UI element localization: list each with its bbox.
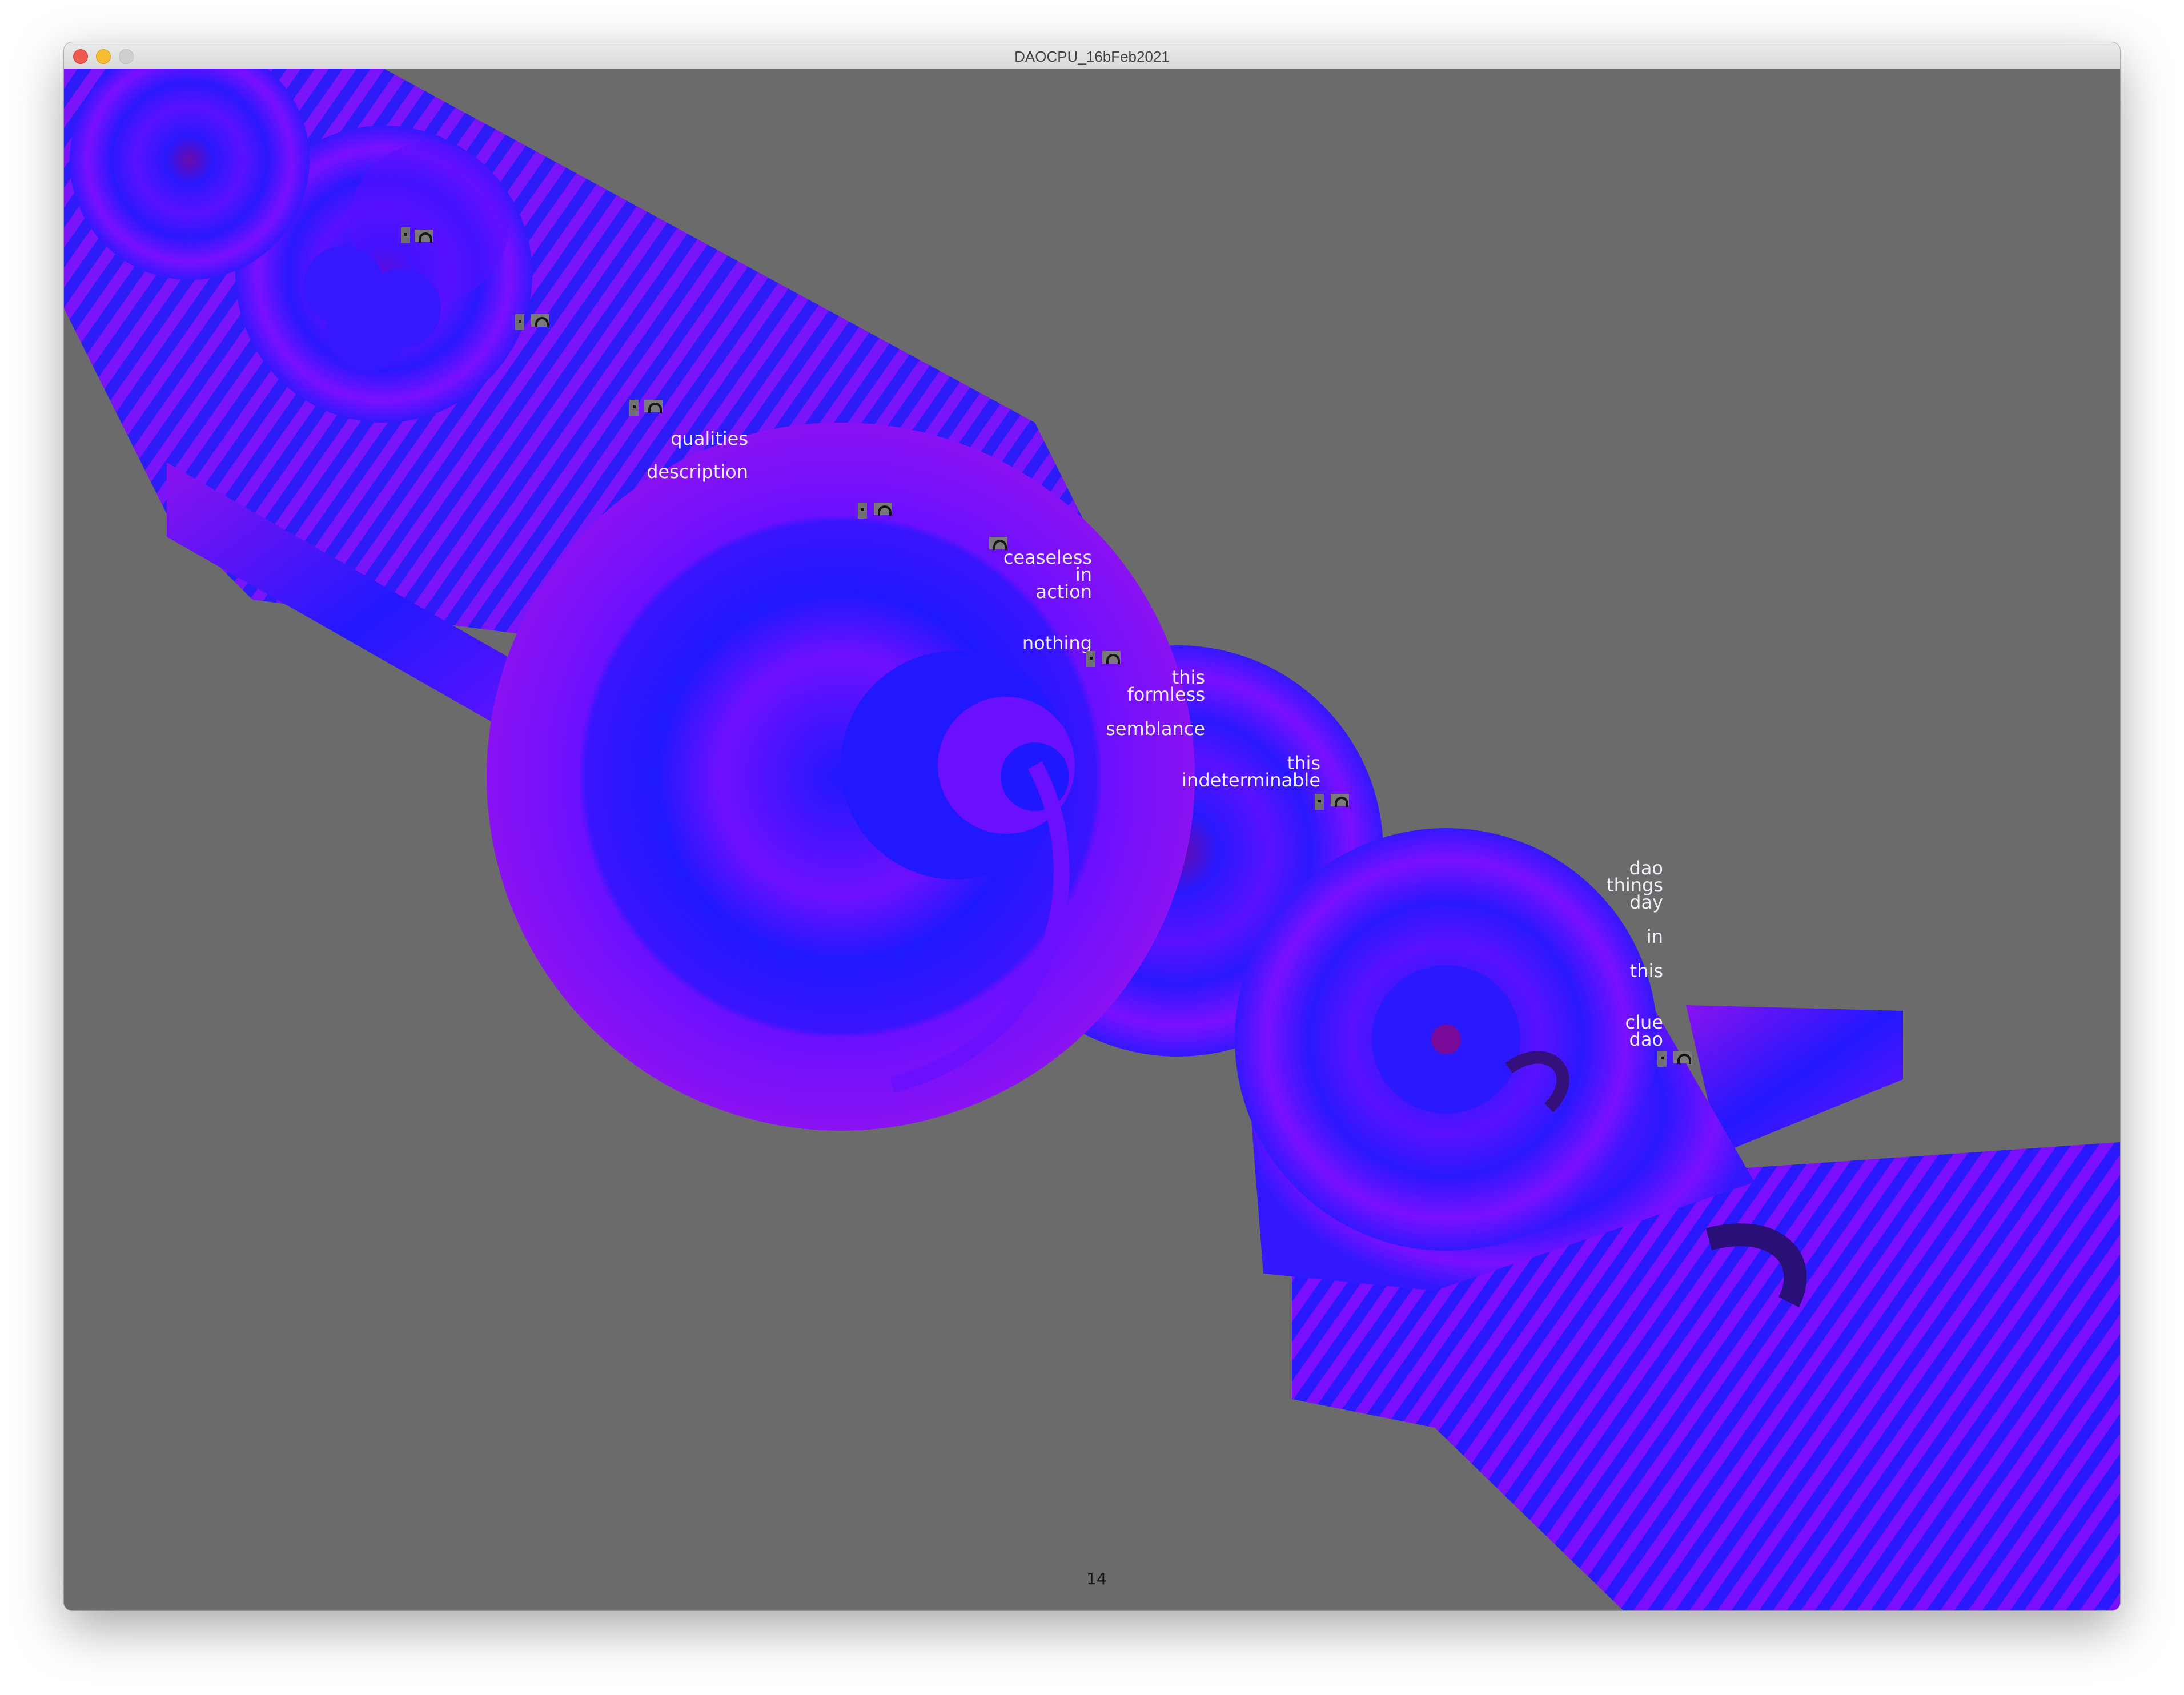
- glyph-marker: [1315, 794, 1324, 810]
- glyph-marker: [1086, 651, 1095, 667]
- word-nothing: nothing: [1022, 632, 1092, 654]
- app-window: DAOCPU_16bFeb2021 qualities description …: [64, 42, 2120, 1610]
- arc-icon: [1673, 1051, 1692, 1064]
- word-dao-2: dao: [1629, 1029, 1664, 1050]
- arc-icon: [531, 314, 549, 327]
- word-description: description: [647, 461, 748, 483]
- generative-artwork: [64, 69, 2120, 1610]
- word-semblance: semblance: [1106, 718, 1205, 740]
- arc-icon: [1102, 651, 1121, 664]
- arc-icon: [989, 537, 1007, 550]
- title-bar[interactable]: DAOCPU_16bFeb2021: [64, 42, 2120, 69]
- word-this-3: this: [1629, 960, 1663, 982]
- glyph-marker: [1657, 1051, 1667, 1067]
- render-canvas[interactable]: qualities description ceaseless in actio…: [64, 69, 2120, 1610]
- window-title: DAOCPU_16bFeb2021: [1014, 48, 1170, 65]
- arc-icon: [1331, 794, 1349, 807]
- word-qualities: qualities: [671, 428, 748, 449]
- arc-icon: [874, 503, 892, 516]
- glyph-marker: [629, 400, 639, 416]
- glyph-marker: [858, 503, 867, 519]
- glyph-marker: [515, 314, 524, 330]
- word-action: action: [1035, 581, 1093, 603]
- arc-icon: [415, 230, 433, 243]
- word-indeterminable: indeterminable: [1182, 769, 1320, 791]
- frame-counter: 14: [1086, 1569, 1107, 1588]
- word-in-2: in: [1646, 926, 1663, 947]
- word-day: day: [1629, 891, 1663, 913]
- glyph-marker: [401, 227, 410, 243]
- arc-icon: [644, 400, 663, 413]
- word-formless: formless: [1127, 684, 1205, 705]
